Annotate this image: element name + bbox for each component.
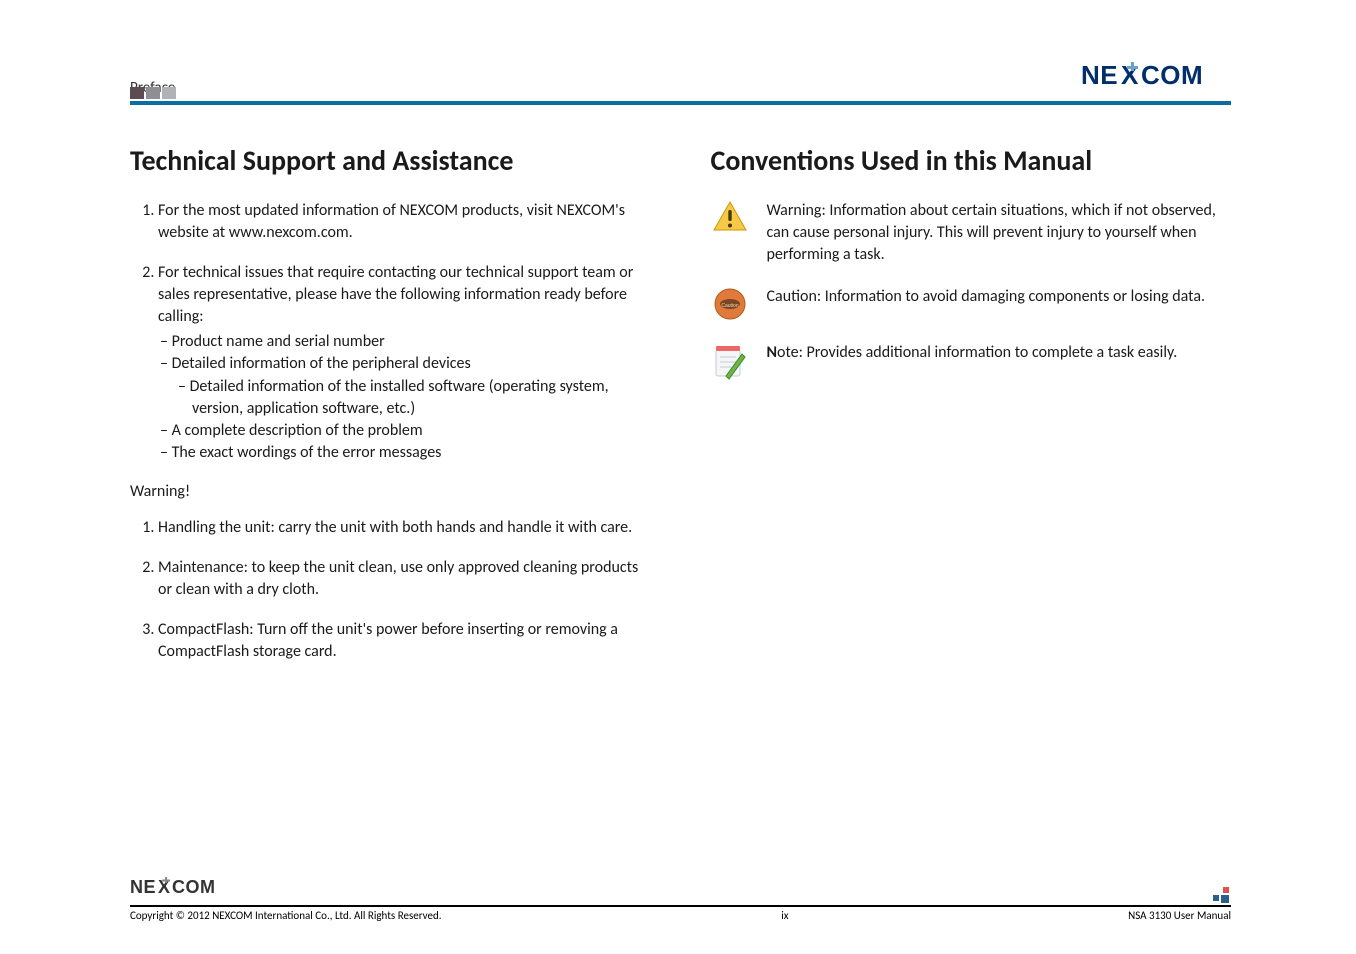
- left-column: Technical Support and Assistance For the…: [130, 143, 651, 681]
- decorative-squares: [130, 87, 176, 99]
- header: Preface NE X COM: [130, 60, 1231, 97]
- square-icon: [162, 87, 176, 99]
- svg-text:Caution: Caution: [721, 303, 738, 309]
- list-item-text: For technical issues that require contac…: [158, 263, 633, 326]
- warning-heading: Warning!: [130, 482, 651, 501]
- sublist-item: – A complete description of the problem: [160, 420, 651, 442]
- list-item: Maintenance: to keep the unit clean, use…: [158, 557, 651, 601]
- convention-text: Note: Provides additional information to…: [767, 342, 1232, 364]
- left-title: Technical Support and Assistance: [130, 143, 651, 178]
- brand-logo-top: NE X COM: [1081, 60, 1231, 97]
- sublist-item: – Detailed information of the installed …: [160, 376, 651, 420]
- convention-item: Warning: Information about certain situa…: [711, 200, 1232, 266]
- header-divider: [130, 101, 1231, 105]
- warning-list: Handling the unit: carry the unit with b…: [130, 517, 651, 663]
- footer-divider: [130, 905, 1231, 907]
- support-list: For the most updated information of NEXC…: [130, 200, 651, 464]
- corner-squares-icon: [1213, 887, 1231, 910]
- list-item: For the most updated information of NEXC…: [158, 200, 651, 244]
- note-bold-letter: N: [767, 343, 778, 362]
- list-item: For technical issues that require contac…: [158, 262, 651, 464]
- caution-diamond-icon: Caution: [711, 286, 749, 322]
- note-rest: ote: Provides additional information to …: [777, 343, 1177, 362]
- square-icon: [130, 87, 144, 99]
- list-item: Handling the unit: carry the unit with b…: [158, 517, 651, 539]
- svg-text:NE: NE: [130, 877, 156, 897]
- list-item: CompactFlash: Turn off the unit's power …: [158, 619, 651, 663]
- page-root: Preface NE X COM Technical Support and A…: [0, 0, 1356, 954]
- square-icon: [146, 87, 160, 99]
- doc-title: NSA 3130 User Manual: [1128, 909, 1231, 922]
- nexcom-footer-icon: NE X COM: [130, 876, 240, 898]
- convention-text: Caution: Information to avoid damaging c…: [767, 286, 1232, 308]
- sublist-item: – The exact wordings of the error messag…: [160, 442, 651, 464]
- convention-item: Note: Provides additional information to…: [711, 342, 1232, 380]
- footer-bar-wrap: [130, 905, 1231, 907]
- copyright-text: Copyright © 2012 NEXCOM International Co…: [130, 909, 442, 922]
- sublist: – Product name and serial number – Detai…: [158, 331, 651, 463]
- page-number: ix: [781, 909, 788, 922]
- sublist-item: – Detailed information of the peripheral…: [160, 353, 651, 375]
- right-column: Conventions Used in this Manual Warning:…: [711, 143, 1232, 681]
- content-columns: Technical Support and Assistance For the…: [130, 143, 1231, 681]
- list-item-text: For the most updated information of NEXC…: [158, 201, 625, 242]
- brand-logo-footer: NE X COM: [130, 876, 1231, 903]
- svg-text:COM: COM: [1141, 60, 1203, 90]
- svg-text:COM: COM: [172, 877, 216, 897]
- note-pencil-icon: [711, 342, 749, 380]
- svg-text:X: X: [1121, 60, 1139, 90]
- sublist-item: – Product name and serial number: [160, 331, 651, 353]
- warning-triangle-icon: [711, 200, 749, 234]
- nexcom-logo-icon: NE X COM: [1081, 60, 1231, 90]
- convention-item: Caution Caution: Information to avoid da…: [711, 286, 1232, 322]
- footer: NE X COM Copyright © 2012 NEXCOM Interna…: [130, 876, 1231, 922]
- footer-row: Copyright © 2012 NEXCOM International Co…: [130, 909, 1231, 922]
- right-title: Conventions Used in this Manual: [711, 143, 1232, 178]
- svg-text:NE: NE: [1081, 60, 1118, 90]
- convention-text: Warning: Information about certain situa…: [767, 200, 1232, 266]
